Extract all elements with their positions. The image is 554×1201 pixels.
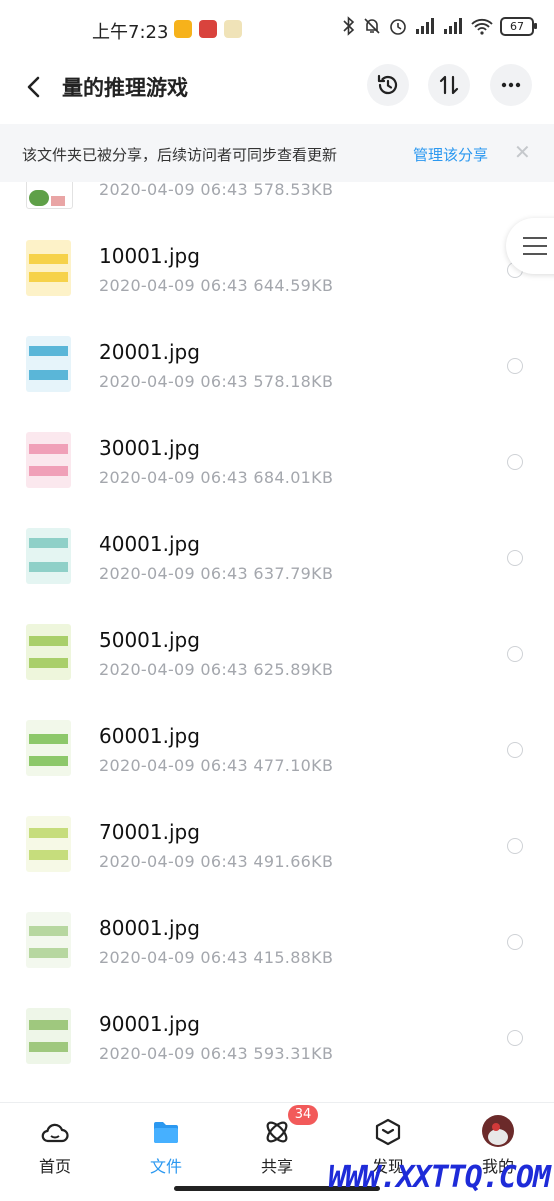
- sort-button[interactable]: [428, 64, 470, 106]
- file-row[interactable]: 90001.jpg 2020-04-09 06:43 593.31KB: [0, 996, 554, 1092]
- floating-menu-button[interactable]: [506, 218, 554, 274]
- status-icons: 67: [342, 16, 537, 36]
- alarm-icon: [390, 19, 406, 35]
- file-thumbnail: [26, 240, 71, 296]
- tab-home[interactable]: 首页: [0, 1103, 110, 1201]
- mute-icon: [364, 18, 380, 34]
- file-meta: 2020-04-09 06:43 625.89KB: [99, 660, 334, 679]
- battery-level: 67: [510, 19, 524, 33]
- file-meta: 2020-04-09 06:43 477.10KB: [99, 756, 334, 775]
- bluetooth-icon: [343, 16, 355, 36]
- tab-label: 首页: [38, 1157, 71, 1176]
- file-meta: 2020-04-09 06:43 637.79KB: [99, 564, 334, 583]
- signal-icon: [444, 18, 462, 34]
- file-name: 40001.jpg: [99, 532, 200, 556]
- file-thumbnail: [26, 720, 71, 776]
- file-thumbnail: [26, 182, 73, 209]
- file-thumbnail: [26, 816, 71, 872]
- file-thumbnail: [26, 912, 71, 968]
- chevron-left-icon[interactable]: [22, 74, 48, 100]
- file-thumbnail: [26, 336, 71, 392]
- file-name: 90001.jpg: [99, 1012, 200, 1036]
- select-radio[interactable]: [507, 550, 523, 566]
- more-icon: [501, 82, 521, 88]
- cube-icon: [375, 1118, 401, 1146]
- file-meta: 2020-04-09 06:43 644.59KB: [99, 276, 334, 295]
- file-meta: 2020-04-09 06:43 578.18KB: [99, 372, 334, 391]
- status-time: 上午7:23: [92, 22, 169, 43]
- file-thumbnail: [26, 432, 71, 488]
- signal-icon: [416, 18, 434, 34]
- header: 量的推理游戏: [0, 60, 554, 120]
- select-radio[interactable]: [507, 838, 523, 854]
- file-name: 30001.jpg: [99, 436, 200, 460]
- orbit-icon: [266, 1121, 288, 1143]
- file-row[interactable]: 30001.jpg 2020-04-09 06:43 684.01KB: [0, 420, 554, 516]
- select-radio[interactable]: [507, 646, 523, 662]
- file-meta: 2020-04-09 06:43 578.53KB: [99, 182, 334, 199]
- file-thumbnail: [26, 1008, 71, 1064]
- file-row[interactable]: 20001.jpg 2020-04-09 06:43 578.18KB: [0, 324, 554, 420]
- file-row[interactable]: 40001.jpg 2020-04-09 06:43 637.79KB: [0, 516, 554, 612]
- select-radio[interactable]: [507, 358, 523, 374]
- file-meta: 2020-04-09 06:43 415.88KB: [99, 948, 334, 967]
- file-meta: 2020-04-09 06:43 684.01KB: [99, 468, 334, 487]
- status-bar: 上午7:23 67: [0, 0, 554, 60]
- battery-indicator: 67: [500, 16, 537, 36]
- file-row[interactable]: 2020-04-09 06:43 578.53KB: [0, 182, 554, 228]
- share-banner-text: 该文件夹已被分享，后续访问者可同步查看更新: [22, 146, 338, 164]
- file-row[interactable]: 10001.jpg 2020-04-09 06:43 644.59KB: [0, 228, 554, 324]
- tab-label: 共享: [260, 1157, 293, 1176]
- wifi-icon: [471, 18, 493, 35]
- select-radio[interactable]: [507, 1030, 523, 1046]
- sort-icon: [439, 75, 459, 95]
- select-radio[interactable]: [507, 742, 523, 758]
- manage-share-link[interactable]: 管理该分享: [413, 144, 488, 165]
- avatar: [482, 1115, 514, 1147]
- share-count-badge: 34: [288, 1105, 318, 1125]
- file-name: 50001.jpg: [99, 628, 200, 652]
- menu-icon: [523, 253, 547, 255]
- notification-app-icon: [199, 20, 217, 38]
- file-thumbnail: [26, 624, 71, 680]
- share-banner: 该文件夹已被分享，后续访问者可同步查看更新 管理该分享 ✕: [0, 124, 554, 182]
- page-title: 量的推理游戏: [62, 76, 188, 100]
- close-icon[interactable]: ✕: [514, 140, 531, 164]
- tab-label: 文件: [149, 1157, 182, 1176]
- file-list[interactable]: 2020-04-09 06:43 578.53KB 10001.jpg 2020…: [0, 182, 554, 1102]
- file-row[interactable]: 50001.jpg 2020-04-09 06:43 625.89KB: [0, 612, 554, 708]
- select-radio[interactable]: [507, 454, 523, 470]
- file-name: 60001.jpg: [99, 724, 200, 748]
- file-row[interactable]: 80001.jpg 2020-04-09 06:43 415.88KB: [0, 900, 554, 996]
- history-button[interactable]: [367, 64, 409, 106]
- menu-icon: [523, 245, 547, 247]
- history-icon: [377, 74, 398, 95]
- file-row[interactable]: 60001.jpg 2020-04-09 06:43 477.10KB: [0, 708, 554, 804]
- file-name: 80001.jpg: [99, 916, 200, 940]
- more-button[interactable]: [490, 64, 532, 106]
- menu-icon: [523, 237, 547, 239]
- file-name: 20001.jpg: [99, 340, 200, 364]
- watermark: WWW.XXTTQ.COM: [328, 1160, 551, 1195]
- file-meta: 2020-04-09 06:43 491.66KB: [99, 852, 334, 871]
- file-thumbnail: [26, 528, 71, 584]
- file-name: 70001.jpg: [99, 820, 200, 844]
- folder-icon: [154, 1122, 178, 1143]
- file-meta: 2020-04-09 06:43 593.31KB: [99, 1044, 334, 1063]
- cloud-icon: [41, 1123, 69, 1143]
- alarm-app-icon: [224, 20, 242, 38]
- file-name: 10001.jpg: [99, 244, 200, 268]
- select-radio[interactable]: [507, 934, 523, 950]
- file-row[interactable]: 70001.jpg 2020-04-09 06:43 491.66KB: [0, 804, 554, 900]
- notification-app-icon: [174, 20, 192, 38]
